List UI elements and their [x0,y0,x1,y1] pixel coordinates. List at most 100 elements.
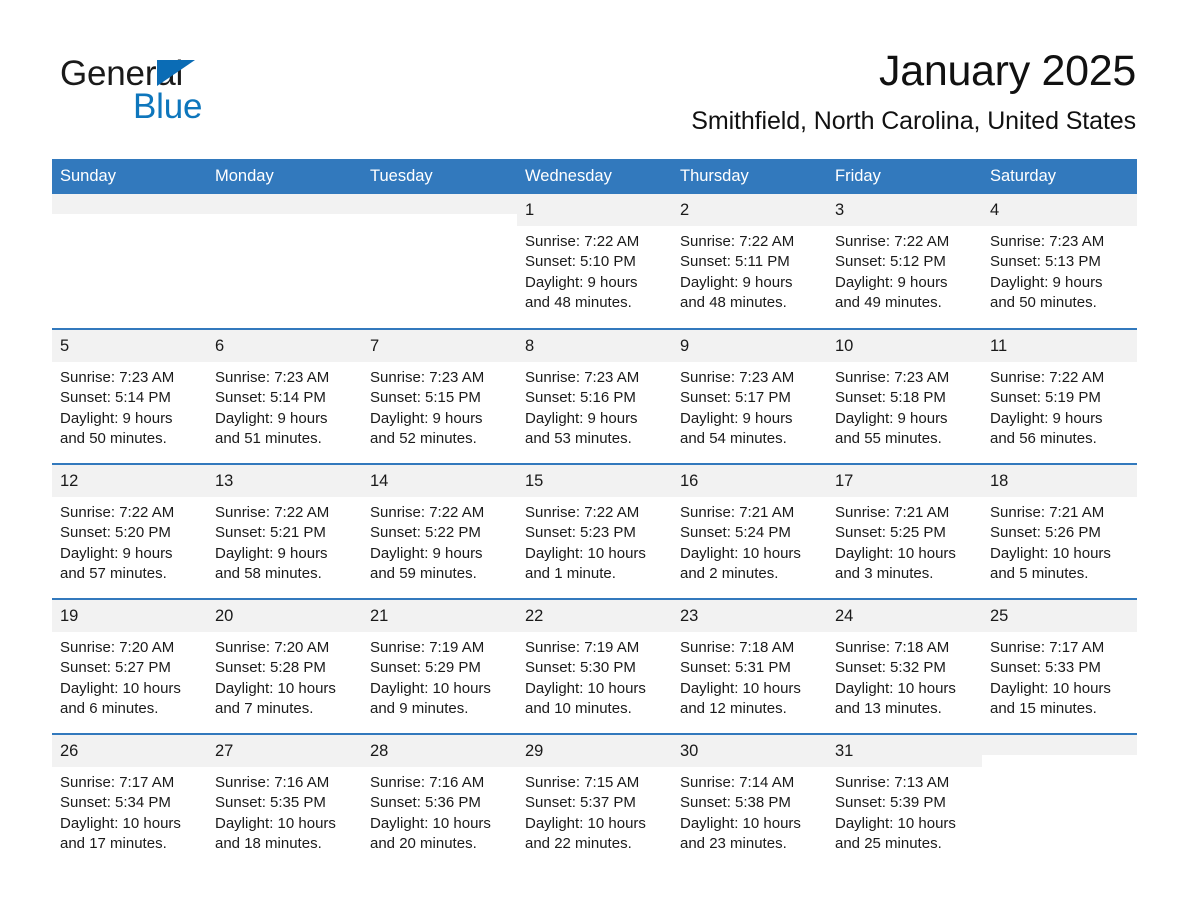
calendar-day-cell[interactable]: 22 Sunrise: 7:19 AM Sunset: 5:30 PM Dayl… [517,598,672,734]
calendar-day-cell[interactable]: 10 Sunrise: 7:23 AM Sunset: 5:18 PM Dayl… [827,328,982,464]
sunset-text: Sunset: 5:25 PM [835,524,946,542]
calendar-day-cell[interactable] [207,194,362,329]
day-number: 12 [52,465,207,497]
sunset-text: Sunset: 5:22 PM [370,524,481,542]
sunset-text: Sunset: 5:35 PM [215,794,326,812]
calendar-day-cell[interactable]: 7 Sunrise: 7:23 AM Sunset: 5:15 PM Dayli… [362,328,517,464]
day-details: Sunrise: 7:17 AM Sunset: 5:34 PM Dayligh… [52,767,207,854]
sunrise-text: Sunrise: 7:22 AM [60,504,175,521]
sunrise-text: Sunrise: 7:22 AM [215,504,330,521]
calendar-day-cell[interactable]: 15 Sunrise: 7:22 AM Sunset: 5:23 PM Dayl… [517,463,672,599]
sunset-text: Sunset: 5:30 PM [525,659,636,677]
calendar-day-cell[interactable] [982,733,1137,869]
sunrise-text: Sunrise: 7:21 AM [680,504,795,521]
daylight-text: Daylight: 9 hours and 49 minutes. [835,273,948,311]
sunset-text: Sunset: 5:14 PM [215,389,326,407]
day-details: Sunrise: 7:23 AM Sunset: 5:16 PM Dayligh… [517,362,672,449]
daylight-text: Daylight: 10 hours and 12 minutes. [680,679,801,717]
sunset-text: Sunset: 5:15 PM [370,389,481,407]
sunrise-text: Sunrise: 7:22 AM [990,369,1105,386]
calendar-day-cell[interactable]: 11 Sunrise: 7:22 AM Sunset: 5:19 PM Dayl… [982,328,1137,464]
calendar-day-cell[interactable]: 1 Sunrise: 7:22 AM Sunset: 5:10 PM Dayli… [517,194,672,329]
calendar-day-cell[interactable]: 24 Sunrise: 7:18 AM Sunset: 5:32 PM Dayl… [827,598,982,734]
calendar-day-cell[interactable]: 25 Sunrise: 7:17 AM Sunset: 5:33 PM Dayl… [982,598,1137,734]
sunset-text: Sunset: 5:12 PM [835,253,946,271]
calendar-day-cell[interactable]: 2 Sunrise: 7:22 AM Sunset: 5:11 PM Dayli… [672,194,827,329]
sunrise-text: Sunrise: 7:23 AM [525,369,640,386]
sunset-text: Sunset: 5:13 PM [990,253,1101,271]
calendar-day-cell[interactable]: 30 Sunrise: 7:14 AM Sunset: 5:38 PM Dayl… [672,733,827,869]
calendar-day-cell[interactable]: 28 Sunrise: 7:16 AM Sunset: 5:36 PM Dayl… [362,733,517,869]
day-number: 6 [207,330,362,362]
daylight-text: Daylight: 10 hours and 5 minutes. [990,544,1111,582]
day-details: Sunrise: 7:21 AM Sunset: 5:25 PM Dayligh… [827,497,982,584]
sunset-text: Sunset: 5:14 PM [60,389,171,407]
generalblue-logo[interactable]: General Blue [60,54,290,126]
calendar-day-cell[interactable] [362,194,517,329]
day-number: 22 [517,600,672,632]
calendar-day-cell[interactable]: 29 Sunrise: 7:15 AM Sunset: 5:37 PM Dayl… [517,733,672,869]
sunrise-text: Sunrise: 7:21 AM [990,504,1105,521]
day-number: 2 [672,194,827,226]
sunrise-text: Sunrise: 7:19 AM [525,639,640,656]
calendar-day-cell[interactable]: 9 Sunrise: 7:23 AM Sunset: 5:17 PM Dayli… [672,328,827,464]
day-details: Sunrise: 7:18 AM Sunset: 5:31 PM Dayligh… [672,632,827,719]
weekday-header-friday: Friday [827,159,982,194]
day-details: Sunrise: 7:22 AM Sunset: 5:20 PM Dayligh… [52,497,207,584]
daylight-text: Daylight: 9 hours and 52 minutes. [370,409,483,447]
daylight-text: Daylight: 10 hours and 9 minutes. [370,679,491,717]
calendar-day-cell[interactable]: 13 Sunrise: 7:22 AM Sunset: 5:21 PM Dayl… [207,463,362,599]
calendar-week-row: 26 Sunrise: 7:17 AM Sunset: 5:34 PM Dayl… [52,733,1137,869]
calendar-day-cell[interactable]: 20 Sunrise: 7:20 AM Sunset: 5:28 PM Dayl… [207,598,362,734]
sunrise-text: Sunrise: 7:15 AM [525,774,640,791]
daylight-text: Daylight: 10 hours and 18 minutes. [215,814,336,852]
day-details: Sunrise: 7:23 AM Sunset: 5:17 PM Dayligh… [672,362,827,449]
title-block: January 2025 Smithfield, North Carolina,… [376,44,1136,138]
calendar-day-cell[interactable]: 4 Sunrise: 7:23 AM Sunset: 5:13 PM Dayli… [982,194,1137,329]
calendar-day-cell[interactable]: 3 Sunrise: 7:22 AM Sunset: 5:12 PM Dayli… [827,194,982,329]
calendar-day-cell[interactable]: 14 Sunrise: 7:22 AM Sunset: 5:22 PM Dayl… [362,463,517,599]
daylight-text: Daylight: 10 hours and 25 minutes. [835,814,956,852]
daylight-text: Daylight: 9 hours and 58 minutes. [215,544,328,582]
calendar-day-cell[interactable]: 31 Sunrise: 7:13 AM Sunset: 5:39 PM Dayl… [827,733,982,869]
day-details: Sunrise: 7:17 AM Sunset: 5:33 PM Dayligh… [982,632,1137,719]
day-details [362,214,517,220]
sunrise-text: Sunrise: 7:22 AM [525,504,640,521]
calendar-day-cell[interactable]: 18 Sunrise: 7:21 AM Sunset: 5:26 PM Dayl… [982,463,1137,599]
sunset-text: Sunset: 5:37 PM [525,794,636,812]
day-details: Sunrise: 7:22 AM Sunset: 5:22 PM Dayligh… [362,497,517,584]
calendar-day-cell[interactable]: 16 Sunrise: 7:21 AM Sunset: 5:24 PM Dayl… [672,463,827,599]
day-details: Sunrise: 7:23 AM Sunset: 5:14 PM Dayligh… [207,362,362,449]
calendar-day-cell[interactable]: 12 Sunrise: 7:22 AM Sunset: 5:20 PM Dayl… [52,463,207,599]
daylight-text: Daylight: 9 hours and 50 minutes. [60,409,173,447]
day-details: Sunrise: 7:21 AM Sunset: 5:26 PM Dayligh… [982,497,1137,584]
day-details: Sunrise: 7:15 AM Sunset: 5:37 PM Dayligh… [517,767,672,854]
day-number [982,735,1137,755]
day-number: 9 [672,330,827,362]
day-details [982,755,1137,761]
weekday-header-tuesday: Tuesday [362,159,517,194]
calendar-day-cell[interactable] [52,194,207,329]
daylight-text: Daylight: 10 hours and 6 minutes. [60,679,181,717]
day-number: 8 [517,330,672,362]
sunset-text: Sunset: 5:36 PM [370,794,481,812]
daylight-text: Daylight: 10 hours and 17 minutes. [60,814,181,852]
calendar-day-cell[interactable]: 26 Sunrise: 7:17 AM Sunset: 5:34 PM Dayl… [52,733,207,869]
day-number: 5 [52,330,207,362]
calendar-day-cell[interactable]: 21 Sunrise: 7:19 AM Sunset: 5:29 PM Dayl… [362,598,517,734]
daylight-text: Daylight: 9 hours and 53 minutes. [525,409,638,447]
calendar-day-cell[interactable]: 5 Sunrise: 7:23 AM Sunset: 5:14 PM Dayli… [52,328,207,464]
calendar-day-cell[interactable]: 17 Sunrise: 7:21 AM Sunset: 5:25 PM Dayl… [827,463,982,599]
day-details: Sunrise: 7:18 AM Sunset: 5:32 PM Dayligh… [827,632,982,719]
calendar-day-cell[interactable]: 6 Sunrise: 7:23 AM Sunset: 5:14 PM Dayli… [207,328,362,464]
sunset-text: Sunset: 5:10 PM [525,253,636,271]
day-number: 19 [52,600,207,632]
sunrise-sunset-calendar-table: Sunday Monday Tuesday Wednesday Thursday… [52,159,1137,869]
calendar-day-cell[interactable]: 8 Sunrise: 7:23 AM Sunset: 5:16 PM Dayli… [517,328,672,464]
sunrise-text: Sunrise: 7:14 AM [680,774,795,791]
day-number: 31 [827,735,982,767]
calendar-day-cell[interactable]: 23 Sunrise: 7:18 AM Sunset: 5:31 PM Dayl… [672,598,827,734]
calendar-day-cell[interactable]: 27 Sunrise: 7:16 AM Sunset: 5:35 PM Dayl… [207,733,362,869]
calendar-day-cell[interactable]: 19 Sunrise: 7:20 AM Sunset: 5:27 PM Dayl… [52,598,207,734]
sunset-text: Sunset: 5:21 PM [215,524,326,542]
